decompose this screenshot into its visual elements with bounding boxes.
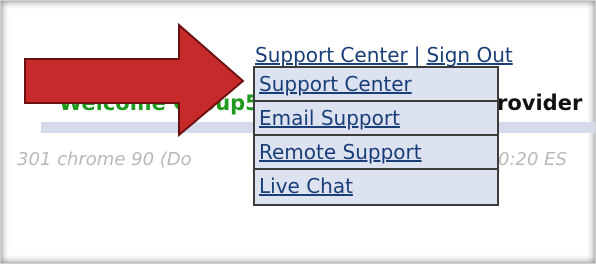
support-dropdown-menu: Support Center Email Support Remote Supp…: [253, 66, 499, 206]
red-arrow-icon: [24, 22, 245, 138]
menu-item-live-chat[interactable]: Live Chat: [255, 170, 497, 204]
time-info: 0:20 ES: [498, 149, 567, 170]
link-separator: |: [413, 43, 421, 67]
menu-item-label: Remote Support: [259, 140, 422, 164]
menu-item-email-support[interactable]: Email Support: [255, 102, 497, 136]
screenshot-frame: Support Center|Sign Out Welcome Group5 r…: [0, 0, 596, 264]
menu-item-support-center[interactable]: Support Center: [255, 68, 497, 102]
browser-info: 301 chrome 90 (Do: [17, 149, 192, 170]
top-links: Support Center | Sign Out: [255, 43, 513, 67]
arrow-shape: [24, 22, 245, 138]
support-center-link[interactable]: Support Center: [255, 43, 408, 67]
menu-item-label: Support Center: [259, 72, 412, 96]
sign-out-link[interactable]: Sign Out: [426, 43, 512, 67]
menu-item-label: Live Chat: [259, 174, 353, 198]
menu-item-remote-support[interactable]: Remote Support: [255, 136, 497, 170]
menu-item-label: Email Support: [259, 106, 400, 130]
provider-label: rovider: [497, 91, 583, 115]
